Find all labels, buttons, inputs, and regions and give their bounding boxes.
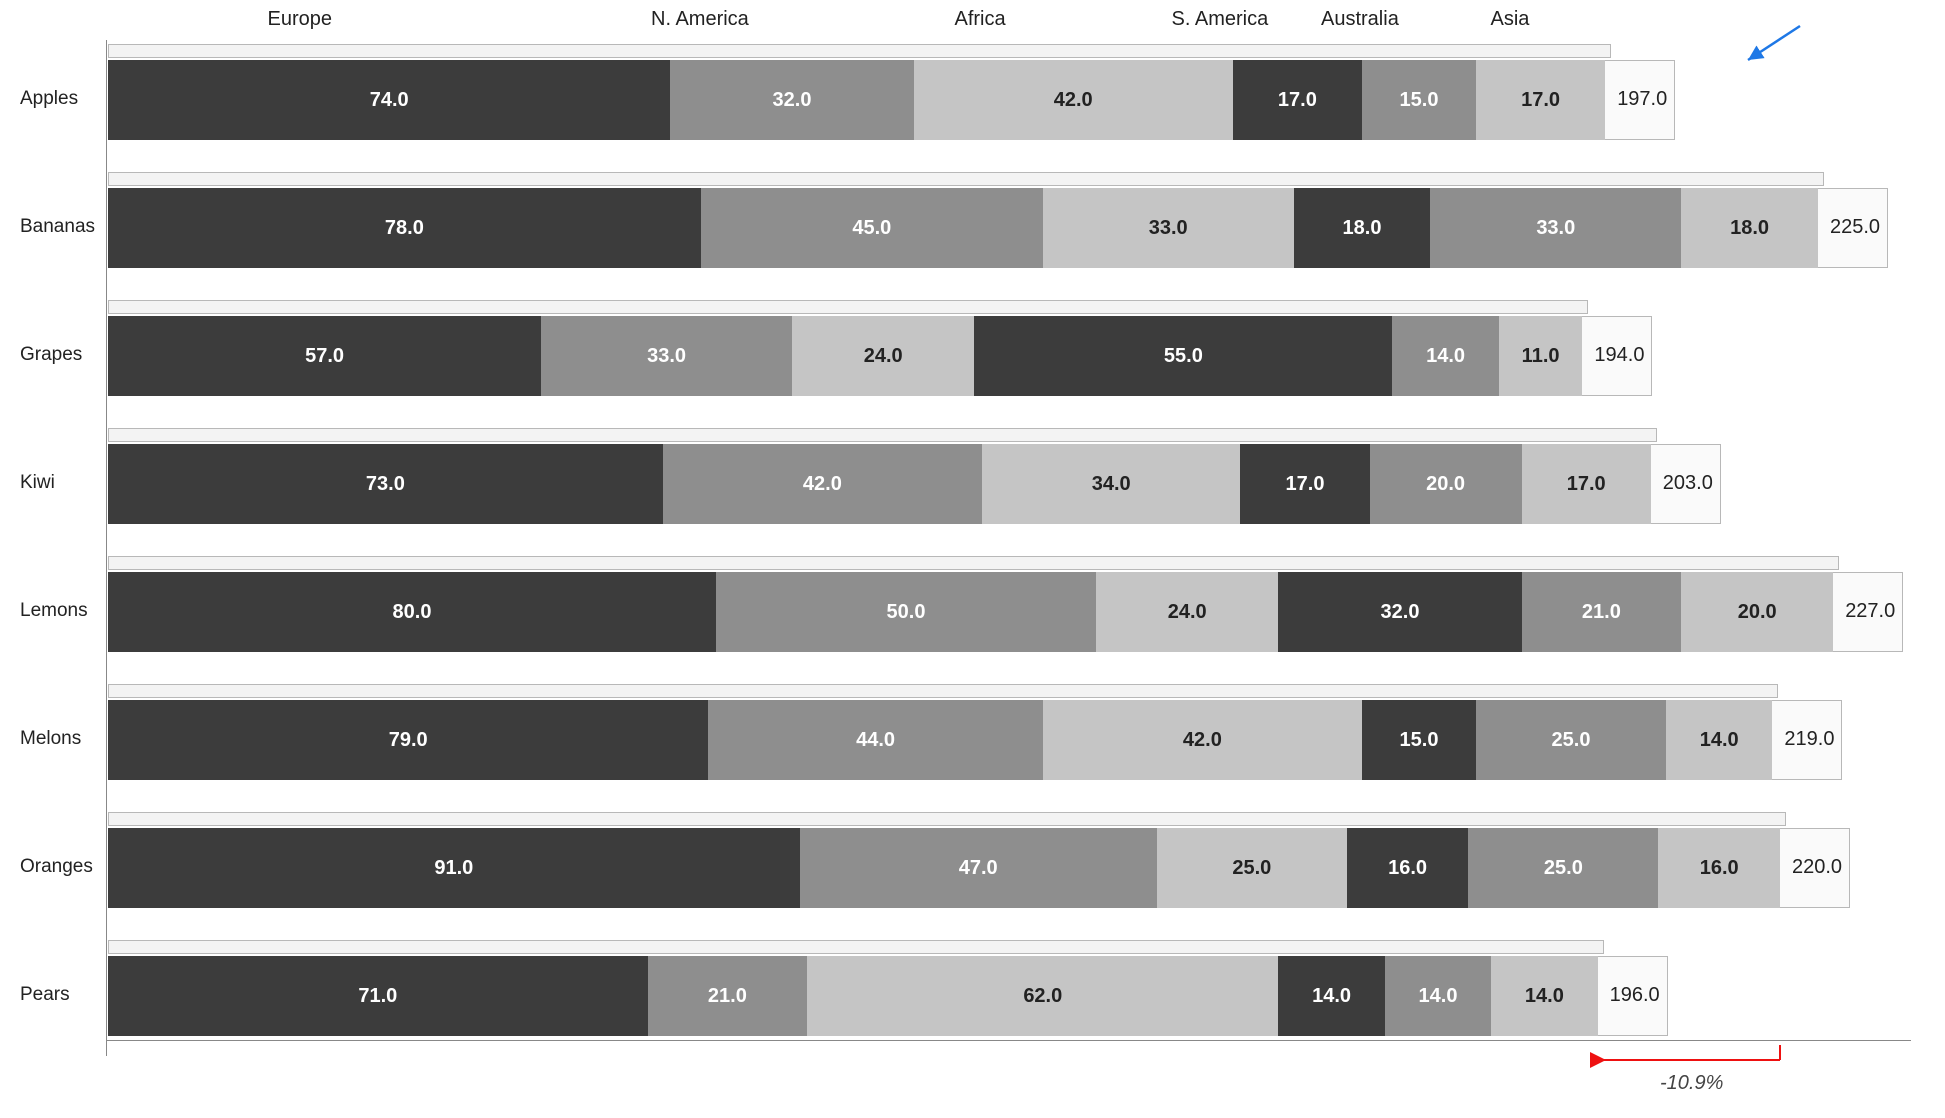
series-header: S. America — [1172, 8, 1269, 31]
ghost-bar — [108, 44, 1611, 58]
category-label: Melons — [20, 728, 81, 750]
total-label: 219.0 — [1784, 728, 1834, 751]
category-label: Oranges — [20, 856, 93, 878]
bar-segment: 20.0 — [1681, 572, 1833, 652]
series-header: N. America — [651, 8, 749, 31]
bar-segment: 24.0 — [1096, 572, 1278, 652]
bar-segment: 18.0 — [1294, 188, 1431, 268]
category-label: Bananas — [20, 216, 95, 238]
bar-segment: 32.0 — [670, 60, 913, 140]
bar-segment: 16.0 — [1658, 828, 1780, 908]
bar-segment: 50.0 — [716, 572, 1096, 652]
bar-segment: 14.0 — [1666, 700, 1772, 780]
bar-segment: 73.0 — [108, 444, 663, 524]
total-label: 220.0 — [1792, 856, 1842, 879]
series-header: Africa — [955, 8, 1006, 31]
total-label: 227.0 — [1845, 600, 1895, 623]
bar-segment: 78.0 — [108, 188, 701, 268]
bar-segment: 42.0 — [914, 60, 1233, 140]
bar-segment: 21.0 — [648, 956, 808, 1036]
bar-segment: 34.0 — [982, 444, 1240, 524]
category-label: Kiwi — [20, 472, 55, 494]
ghost-bar — [108, 172, 1824, 186]
ghost-bar — [108, 556, 1839, 570]
total-label: 203.0 — [1663, 472, 1713, 495]
y-axis — [106, 40, 107, 1056]
ghost-bar — [108, 940, 1604, 954]
bar-segment: 25.0 — [1476, 700, 1666, 780]
bar-segment: 18.0 — [1681, 188, 1818, 268]
x-axis — [106, 1040, 1911, 1041]
ghost-bar — [108, 428, 1657, 442]
bar-segment: 14.0 — [1385, 956, 1491, 1036]
bar-segment: 14.0 — [1392, 316, 1498, 396]
category-label: Pears — [20, 984, 70, 1006]
bar-segment: 17.0 — [1240, 444, 1369, 524]
bar-segment: 17.0 — [1476, 60, 1605, 140]
bar-segment: 17.0 — [1522, 444, 1651, 524]
bar-segment: 33.0 — [541, 316, 792, 396]
red-arrow-icon — [1575, 1045, 1795, 1075]
bar-segment: 62.0 — [807, 956, 1278, 1036]
bar-segment: 16.0 — [1347, 828, 1469, 908]
bar-segment: 33.0 — [1043, 188, 1294, 268]
bar-segment: 17.0 — [1233, 60, 1362, 140]
bar-segment: 91.0 — [108, 828, 800, 908]
bar-segment: 15.0 — [1362, 60, 1476, 140]
bar-segment: 44.0 — [708, 700, 1042, 780]
bar-segment: 79.0 — [108, 700, 708, 780]
bar-segment: 71.0 — [108, 956, 648, 1036]
blue-arrow-icon — [1740, 20, 1810, 70]
bar-segment: 55.0 — [974, 316, 1392, 396]
bar-segment: 32.0 — [1278, 572, 1521, 652]
total-label: 194.0 — [1594, 344, 1644, 367]
ghost-bar — [108, 300, 1588, 314]
total-label: 196.0 — [1610, 984, 1660, 1007]
bar-segment: 20.0 — [1370, 444, 1522, 524]
bar-segment: 15.0 — [1362, 700, 1476, 780]
ghost-bar — [108, 812, 1786, 826]
bar-segment: 45.0 — [701, 188, 1043, 268]
category-label: Lemons — [20, 600, 88, 622]
bar-segment: 33.0 — [1430, 188, 1681, 268]
ghost-bar — [108, 684, 1778, 698]
bar-segment: 24.0 — [792, 316, 974, 396]
bar-segment: 25.0 — [1468, 828, 1658, 908]
bar-segment: 57.0 — [108, 316, 541, 396]
bar-segment: 74.0 — [108, 60, 670, 140]
series-header: Australia — [1321, 8, 1399, 31]
series-header: Europe — [268, 8, 333, 31]
bar-segment: 14.0 — [1491, 956, 1597, 1036]
bar-segment: 11.0 — [1499, 316, 1583, 396]
total-label: 197.0 — [1617, 88, 1667, 111]
bar-segment: 25.0 — [1157, 828, 1347, 908]
category-label: Grapes — [20, 344, 82, 366]
bar-segment: 80.0 — [108, 572, 716, 652]
bar-segment: 42.0 — [663, 444, 982, 524]
series-header: Asia — [1491, 8, 1530, 31]
pct-annotation: -10.9% — [1660, 1072, 1723, 1095]
total-label: 225.0 — [1830, 216, 1880, 239]
bar-segment: 14.0 — [1278, 956, 1384, 1036]
category-label: Apples — [20, 88, 78, 110]
bar-segment: 21.0 — [1522, 572, 1682, 652]
bar-segment: 47.0 — [800, 828, 1157, 908]
bar-segment: 42.0 — [1043, 700, 1362, 780]
